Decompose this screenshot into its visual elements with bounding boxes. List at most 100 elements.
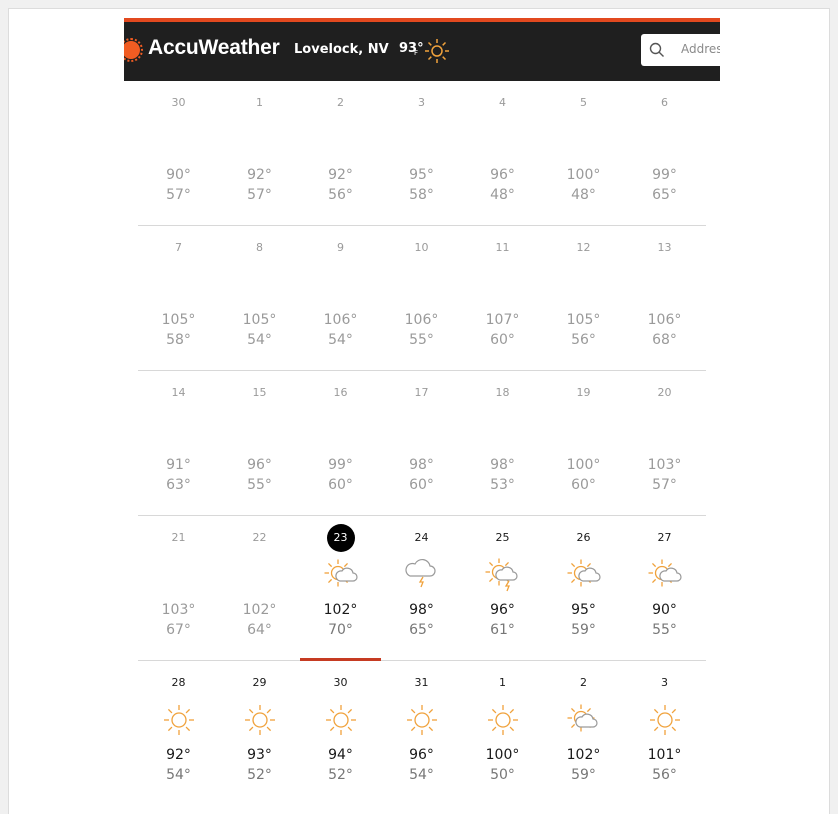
calendar-day[interactable]: 12 105° 56° — [543, 226, 624, 370]
low-temperature: 57° — [652, 477, 677, 493]
calendar-day[interactable]: 22 102° 64° — [219, 516, 300, 660]
calendar-day[interactable]: 15 96° 55° — [219, 371, 300, 515]
calendar-day[interactable]: 29 93° 52° — [219, 661, 300, 805]
calendar-day[interactable]: 13 106° 68° — [624, 226, 705, 370]
calendar-day[interactable]: 28 92° 54° — [138, 661, 219, 805]
search-placeholder: Address — [681, 42, 720, 56]
day-number: 3 — [418, 96, 425, 109]
calendar-day[interactable]: 20 103° 57° — [624, 371, 705, 515]
calendar-week: 21 103° 67° 22 102° 64° 23 102° 70° 24 98° 65° 25 96°… — [138, 516, 706, 661]
day-number: 2 — [580, 676, 587, 689]
high-temperature: 96° — [490, 167, 515, 183]
sun-cloud-icon — [567, 559, 601, 587]
low-temperature: 56° — [652, 767, 677, 783]
high-temperature: 94° — [328, 747, 353, 763]
calendar-day[interactable]: 19 100° 60° — [543, 371, 624, 515]
calendar-day[interactable]: 11 107° 60° — [462, 226, 543, 370]
day-number: 1 — [499, 676, 506, 689]
day-number: 16 — [333, 386, 348, 399]
high-temperature: 95° — [409, 167, 434, 183]
calendar-week: 7 105° 58° 8 105° 54° 9 106° 54° 10 106° 55° 11 107° 6… — [138, 226, 706, 371]
calendar-day[interactable]: 5 100° 48° — [543, 81, 624, 225]
calendar-day[interactable]: 30 90° 57° — [138, 81, 219, 225]
calendar-day[interactable]: 4 96° 48° — [462, 81, 543, 225]
calendar-day[interactable]: 2 102° 59° — [543, 661, 624, 805]
calendar-day[interactable]: 10 106° 55° — [381, 226, 462, 370]
calendar-day[interactable]: 21 103° 67° — [138, 516, 219, 660]
low-temperature: 59° — [571, 622, 596, 638]
calendar-day[interactable]: 17 98° 60° — [381, 371, 462, 515]
low-temperature: 70° — [328, 622, 353, 638]
brand-logo[interactable]: AccuWeather — [148, 36, 280, 60]
day-number: 25 — [495, 531, 510, 544]
calendar-day[interactable]: 1 92° 57° — [219, 81, 300, 225]
calendar-day[interactable]: 30 94° 52° — [300, 661, 381, 805]
low-temperature: 55° — [247, 477, 272, 493]
calendar-day[interactable]: 2 92° 56° — [300, 81, 381, 225]
calendar-day[interactable]: 16 99° 60° — [300, 371, 381, 515]
calendar-day[interactable]: 27 90° 55° — [624, 516, 705, 660]
high-temperature: 92° — [166, 747, 191, 763]
location-name[interactable]: Lovelock, NV — [294, 42, 389, 57]
low-temperature: 60° — [409, 477, 434, 493]
current-temperature[interactable]: 93° — [399, 41, 424, 56]
calendar-day[interactable]: 26 95° 59° — [543, 516, 624, 660]
day-number: 31 — [414, 676, 429, 689]
calendar-day[interactable]: 1 100° 50° — [462, 661, 543, 805]
calendar-day[interactable]: 25 96° 61° — [462, 516, 543, 660]
day-number: 15 — [252, 386, 267, 399]
low-temperature: 58° — [166, 332, 191, 348]
low-temperature: 48° — [571, 187, 596, 203]
high-temperature: 100° — [566, 457, 601, 473]
low-temperature: 54° — [247, 332, 272, 348]
day-number: 9 — [337, 241, 344, 254]
calendar-day[interactable]: 6 99° 65° — [624, 81, 705, 225]
day-number: 4 — [499, 96, 506, 109]
day-number: 14 — [171, 386, 186, 399]
low-temperature: 63° — [166, 477, 191, 493]
calendar-day[interactable]: 24 98° 65° — [381, 516, 462, 660]
sun-icon — [245, 705, 275, 735]
sun-cloud-thunder-icon — [485, 558, 518, 592]
high-temperature: 103° — [161, 602, 196, 618]
calendar-day[interactable]: 9 106° 54° — [300, 226, 381, 370]
day-number: 5 — [580, 96, 587, 109]
high-temperature: 99° — [652, 167, 677, 183]
high-temperature: 106° — [323, 312, 358, 328]
sun-icon — [488, 705, 518, 735]
calendar-day[interactable]: 8 105° 54° — [219, 226, 300, 370]
day-number: 2 — [337, 96, 344, 109]
calendar-day[interactable]: 18 98° 53° — [462, 371, 543, 515]
low-temperature: 52° — [328, 767, 353, 783]
calendar-day[interactable]: 7 105° 58° — [138, 226, 219, 370]
low-temperature: 53° — [490, 477, 515, 493]
sun-cloud-icon — [324, 559, 358, 587]
header-bar: AccuWeather Lovelock, NV 93° F Address — [124, 18, 720, 81]
calendar-day[interactable]: 14 91° 63° — [138, 371, 219, 515]
calendar-day[interactable]: 3 95° 58° — [381, 81, 462, 225]
day-number: 24 — [414, 531, 429, 544]
low-temperature: 52° — [247, 767, 272, 783]
sun-icon — [407, 705, 437, 735]
high-temperature: 106° — [404, 312, 439, 328]
high-temperature: 96° — [247, 457, 272, 473]
day-number: 3 — [661, 676, 668, 689]
low-temperature: 55° — [652, 622, 677, 638]
high-temperature: 93° — [247, 747, 272, 763]
calendar-day[interactable]: 3 101° 56° — [624, 661, 705, 805]
calendar-day[interactable]: 31 96° 54° — [381, 661, 462, 805]
high-temperature: 98° — [409, 602, 434, 618]
day-number: 21 — [171, 531, 186, 544]
low-temperature: 60° — [490, 332, 515, 348]
low-temperature: 48° — [490, 187, 515, 203]
low-temperature: 67° — [166, 622, 191, 638]
high-temperature: 105° — [161, 312, 196, 328]
day-number: 17 — [414, 386, 429, 399]
day-number: 10 — [414, 241, 429, 254]
day-number: 6 — [661, 96, 668, 109]
search-input[interactable]: Address — [641, 34, 720, 66]
day-number: 11 — [495, 241, 510, 254]
calendar-day-today[interactable]: 23 102° 70° — [300, 516, 381, 661]
temperature-unit: F — [414, 49, 419, 57]
accuweather-logo-icon[interactable] — [124, 38, 143, 62]
